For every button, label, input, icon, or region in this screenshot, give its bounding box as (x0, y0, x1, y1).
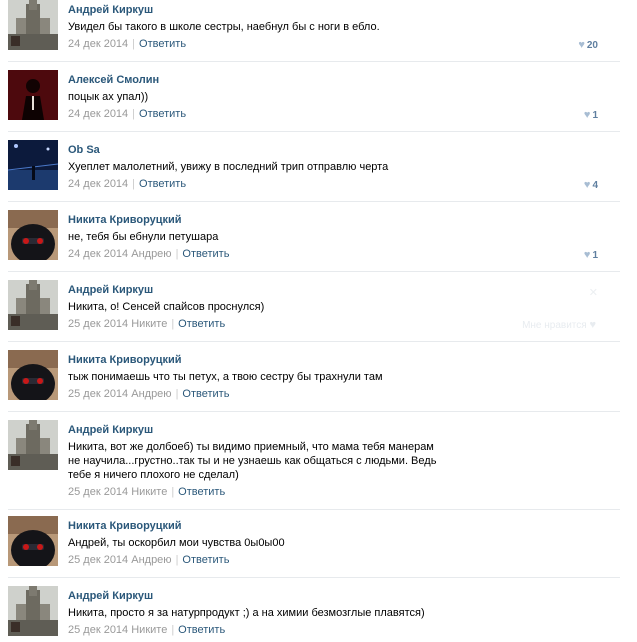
reply-link[interactable]: Ответить (182, 554, 229, 566)
comment-item: Андрей Киркуш Никита, вот же долбоеб) ты… (8, 420, 620, 510)
meta-divider: | (171, 486, 175, 498)
comment-meta: 25 дек 2014 Андрею | Ответить (68, 387, 620, 401)
like-button[interactable]: ♥ 1 (584, 108, 598, 123)
like-count: 20 (586, 40, 598, 51)
comment-date: 25 дек 2014 (68, 388, 129, 400)
comment-date: 24 дек 2014 (68, 178, 129, 190)
reply-to: Андрею (131, 248, 172, 260)
comment-date: 25 дек 2014 (68, 486, 129, 498)
like-button[interactable]: ♥ 1 (584, 248, 598, 263)
reply-to: Андрею (131, 554, 172, 566)
comment-date: 24 дек 2014 (68, 248, 129, 260)
heart-icon: ♥ (583, 249, 591, 261)
reply-link[interactable]: Ответить (178, 624, 225, 636)
comment-item: Андрей Киркуш Увидел бы такого в школе с… (8, 0, 620, 62)
reply-link[interactable]: Ответить (139, 178, 186, 190)
meta-divider: | (175, 388, 179, 400)
comment-text: Никита, просто я за натурпродукт ;) а на… (68, 607, 425, 619)
like-count: 1 (592, 110, 598, 121)
like-hover-label: Мне нравится (522, 320, 587, 331)
hood-avatar[interactable] (8, 210, 58, 260)
reply-to: Никите (131, 318, 168, 330)
heart-icon: ♥ (578, 39, 585, 51)
comment-text: Никита, о! Сенсей спайсов проснулся) (68, 301, 265, 313)
comment-meta: 24 дек 2014 | Ответить (68, 37, 620, 51)
like-button[interactable]: ♥ 4 (584, 178, 598, 193)
meta-divider: | (132, 178, 136, 190)
reply-link[interactable]: Ответить (178, 486, 225, 498)
like-button[interactable]: ♥ 20 (578, 38, 598, 53)
comment-item: Никита Криворуцкий не, тебя бы ебнули пе… (8, 210, 620, 272)
like-button[interactable]: Мне нравится ♥ (522, 318, 598, 333)
comment-meta: 24 дек 2014 Андрею | Ответить (68, 247, 620, 261)
meta-divider: | (132, 38, 136, 50)
heart-icon: ♥ (583, 179, 591, 191)
tower-avatar[interactable] (8, 420, 58, 470)
comment-date: 25 дек 2014 (68, 624, 129, 636)
close-icon[interactable]: ✕ (589, 286, 598, 299)
comment-meta: 25 дек 2014 Никите | Ответить (68, 623, 620, 637)
tower-avatar[interactable] (8, 586, 58, 636)
comment-text: тыж понимаешь что ты петух, а твою сестр… (68, 371, 383, 383)
comment-author[interactable]: Ob Sa (68, 143, 620, 157)
reply-link[interactable]: Ответить (182, 248, 229, 260)
hood-avatar[interactable] (8, 516, 58, 566)
meta-divider: | (175, 248, 179, 260)
comment-author[interactable]: Андрей Киркуш (68, 283, 620, 297)
comment-date: 24 дек 2014 (68, 108, 129, 120)
comment-author[interactable]: Андрей Киркуш (68, 3, 620, 17)
tower-avatar[interactable] (8, 0, 58, 50)
hood-avatar[interactable] (8, 350, 58, 400)
meta-divider: | (175, 554, 179, 566)
comment-item: Никита Криворуцкий тыж понимаешь что ты … (8, 350, 620, 412)
heart-icon: ♥ (589, 319, 596, 331)
meta-divider: | (132, 108, 136, 120)
comment-item: Никита Криворуцкий Андрей, ты оскорбил м… (8, 516, 620, 578)
meta-divider: | (171, 318, 175, 330)
suit-avatar[interactable] (8, 70, 58, 120)
comment-text: Хуеплет малолетний, увижу в последний тр… (68, 161, 389, 173)
comment-author[interactable]: Никита Криворуцкий (68, 519, 620, 533)
comment-author[interactable]: Никита Криворуцкий (68, 213, 620, 227)
comment-date: 24 дек 2014 (68, 38, 129, 50)
reply-link[interactable]: Ответить (139, 38, 186, 50)
comment-text: Андрей, ты оскорбил мои чувства 0ы0ы00 (68, 537, 285, 549)
comment-item: Алексей Смолин поцык ах упал)) 24 дек 20… (8, 70, 620, 132)
reply-link[interactable]: Ответить (178, 318, 225, 330)
reply-link[interactable]: Ответить (182, 388, 229, 400)
reply-link[interactable]: Ответить (139, 108, 186, 120)
meta-divider: | (171, 624, 175, 636)
comment-date: 25 дек 2014 (68, 554, 129, 566)
comment-meta: 24 дек 2014 | Ответить (68, 107, 620, 121)
reply-to: Андрею (131, 388, 172, 400)
comment-text: поцык ах упал)) (68, 91, 149, 103)
reply-to: Никите (131, 624, 168, 636)
reply-to: Никите (131, 486, 168, 498)
tower-avatar[interactable] (8, 280, 58, 330)
comment-text: Увидел бы такого в школе сестры, наебнул… (68, 21, 380, 33)
comment-author[interactable]: Никита Криворуцкий (68, 353, 620, 367)
like-count: 1 (592, 250, 598, 261)
heart-icon: ♥ (583, 109, 591, 121)
comment-text: Никита, вот же долбоеб) ты видимо приемн… (68, 441, 437, 481)
comment-meta: 24 дек 2014 | Ответить (68, 177, 620, 191)
night-avatar[interactable] (8, 140, 58, 190)
comment-date: 25 дек 2014 (68, 318, 129, 330)
comment-item: Ob Sa Хуеплет малолетний, увижу в послед… (8, 140, 620, 202)
comment-item: Андрей Киркуш Никита, о! Сенсей спайсов … (8, 280, 620, 342)
like-count: 4 (592, 180, 598, 191)
comment-meta: 25 дек 2014 Никите | Ответить (68, 485, 620, 499)
comment-author[interactable]: Андрей Киркуш (68, 589, 620, 603)
comment-meta: 25 дек 2014 Андрею | Ответить (68, 553, 620, 567)
comment-item: Андрей Киркуш Никита, просто я за натурп… (8, 586, 620, 642)
comment-author[interactable]: Алексей Смолин (68, 73, 620, 87)
comment-author[interactable]: Андрей Киркуш (68, 423, 620, 437)
comment-text: не, тебя бы ебнули петушара (68, 231, 219, 243)
